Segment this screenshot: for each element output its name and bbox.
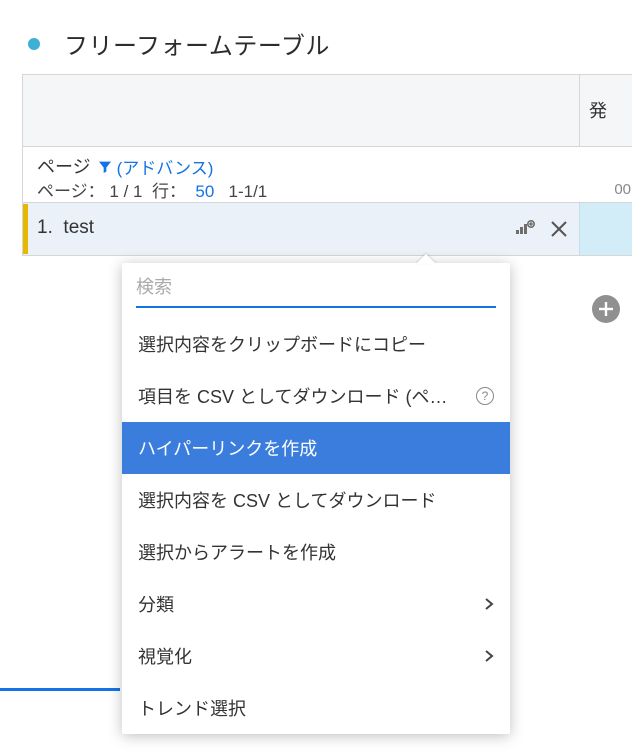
menu-item-label: 項目を CSV としてダウンロード (ペ… <box>138 383 468 409</box>
menu-search-input[interactable] <box>136 273 496 308</box>
pager-prefix: ページ： <box>37 182 105 201</box>
advanced-filter-link[interactable]: (アドバンス) <box>117 154 214 179</box>
chevron-right-icon <box>484 649 494 663</box>
table-title: フリーフォームテーブル <box>64 26 330 61</box>
table-row[interactable]: 1. test <box>23 203 632 255</box>
menu-item-label: トレンド選択 <box>138 695 494 721</box>
menu-item[interactable]: トレンド選択 <box>122 682 510 734</box>
dimension-pager: ページ： 1 / 1 行： 50 1-1/1 <box>37 177 267 202</box>
close-icon[interactable] <box>550 217 568 239</box>
dimension-header-row: ページ (アドバンス) ページ： 1 / 1 行： 50 1-1/1 00 <box>23 147 632 203</box>
table-header-blank <box>23 75 578 146</box>
menu-search-wrapper <box>122 263 510 314</box>
menu-item[interactable]: 選択からアラートを作成 <box>122 526 510 578</box>
menu-item-label: ハイパーリンクを作成 <box>138 435 494 461</box>
menu-item-label: 選択からアラートを作成 <box>138 539 494 565</box>
sparkline-label: 00 <box>614 181 631 198</box>
row-metric-cell <box>579 203 632 255</box>
pager-rows-label: 行： <box>152 182 186 201</box>
menu-item-label: 選択内容を CSV としてダウンロード <box>138 487 494 513</box>
menu-item[interactable]: 選択内容を CSV としてダウンロード <box>122 474 510 526</box>
filter-icon[interactable] <box>97 156 113 177</box>
menu-item[interactable]: 項目を CSV としてダウンロード (ペ…? <box>122 370 510 422</box>
metric-column-label: 発 <box>589 97 607 123</box>
pager-rows-value[interactable]: 50 <box>195 182 214 201</box>
menu-item[interactable]: 分類 <box>122 578 510 630</box>
dimension-name[interactable]: ページ <box>37 153 91 179</box>
menu-item[interactable]: 視覚化 <box>122 630 510 682</box>
row-value: test <box>63 217 94 238</box>
menu-item[interactable]: 選択内容をクリップボードにコピー <box>122 318 510 370</box>
freeform-table: 発 ページ (アドバンス) ページ： 1 / 1 行： 50 1-1/1 00 <box>22 74 632 256</box>
dimension-metric-cell: 00 <box>579 147 632 202</box>
row-indicator-bar <box>23 204 28 254</box>
table-header-row: 発 <box>23 75 632 147</box>
menu-list: 選択内容をクリップボードにコピー項目を CSV としてダウンロード (ペ…?ハイ… <box>122 314 510 734</box>
pager-page: 1 / 1 <box>109 182 142 201</box>
context-menu: 選択内容をクリップボードにコピー項目を CSV としてダウンロード (ペ…?ハイ… <box>122 263 510 734</box>
menu-item[interactable]: ハイパーリンクを作成 <box>122 422 510 474</box>
table-status-dot <box>28 38 40 50</box>
add-panel-button[interactable] <box>592 295 620 323</box>
info-icon[interactable]: ? <box>476 387 494 405</box>
chevron-right-icon <box>484 597 494 611</box>
menu-pointer <box>416 254 436 264</box>
breakdown-icon[interactable] <box>516 220 536 236</box>
menu-item-label: 分類 <box>138 591 484 617</box>
bottom-accent-bar <box>0 688 120 691</box>
row-index: 1. <box>37 217 53 238</box>
menu-item-label: 視覚化 <box>138 643 484 669</box>
pager-range: 1-1/1 <box>229 182 268 201</box>
menu-item-label: 選択内容をクリップボードにコピー <box>138 331 494 357</box>
